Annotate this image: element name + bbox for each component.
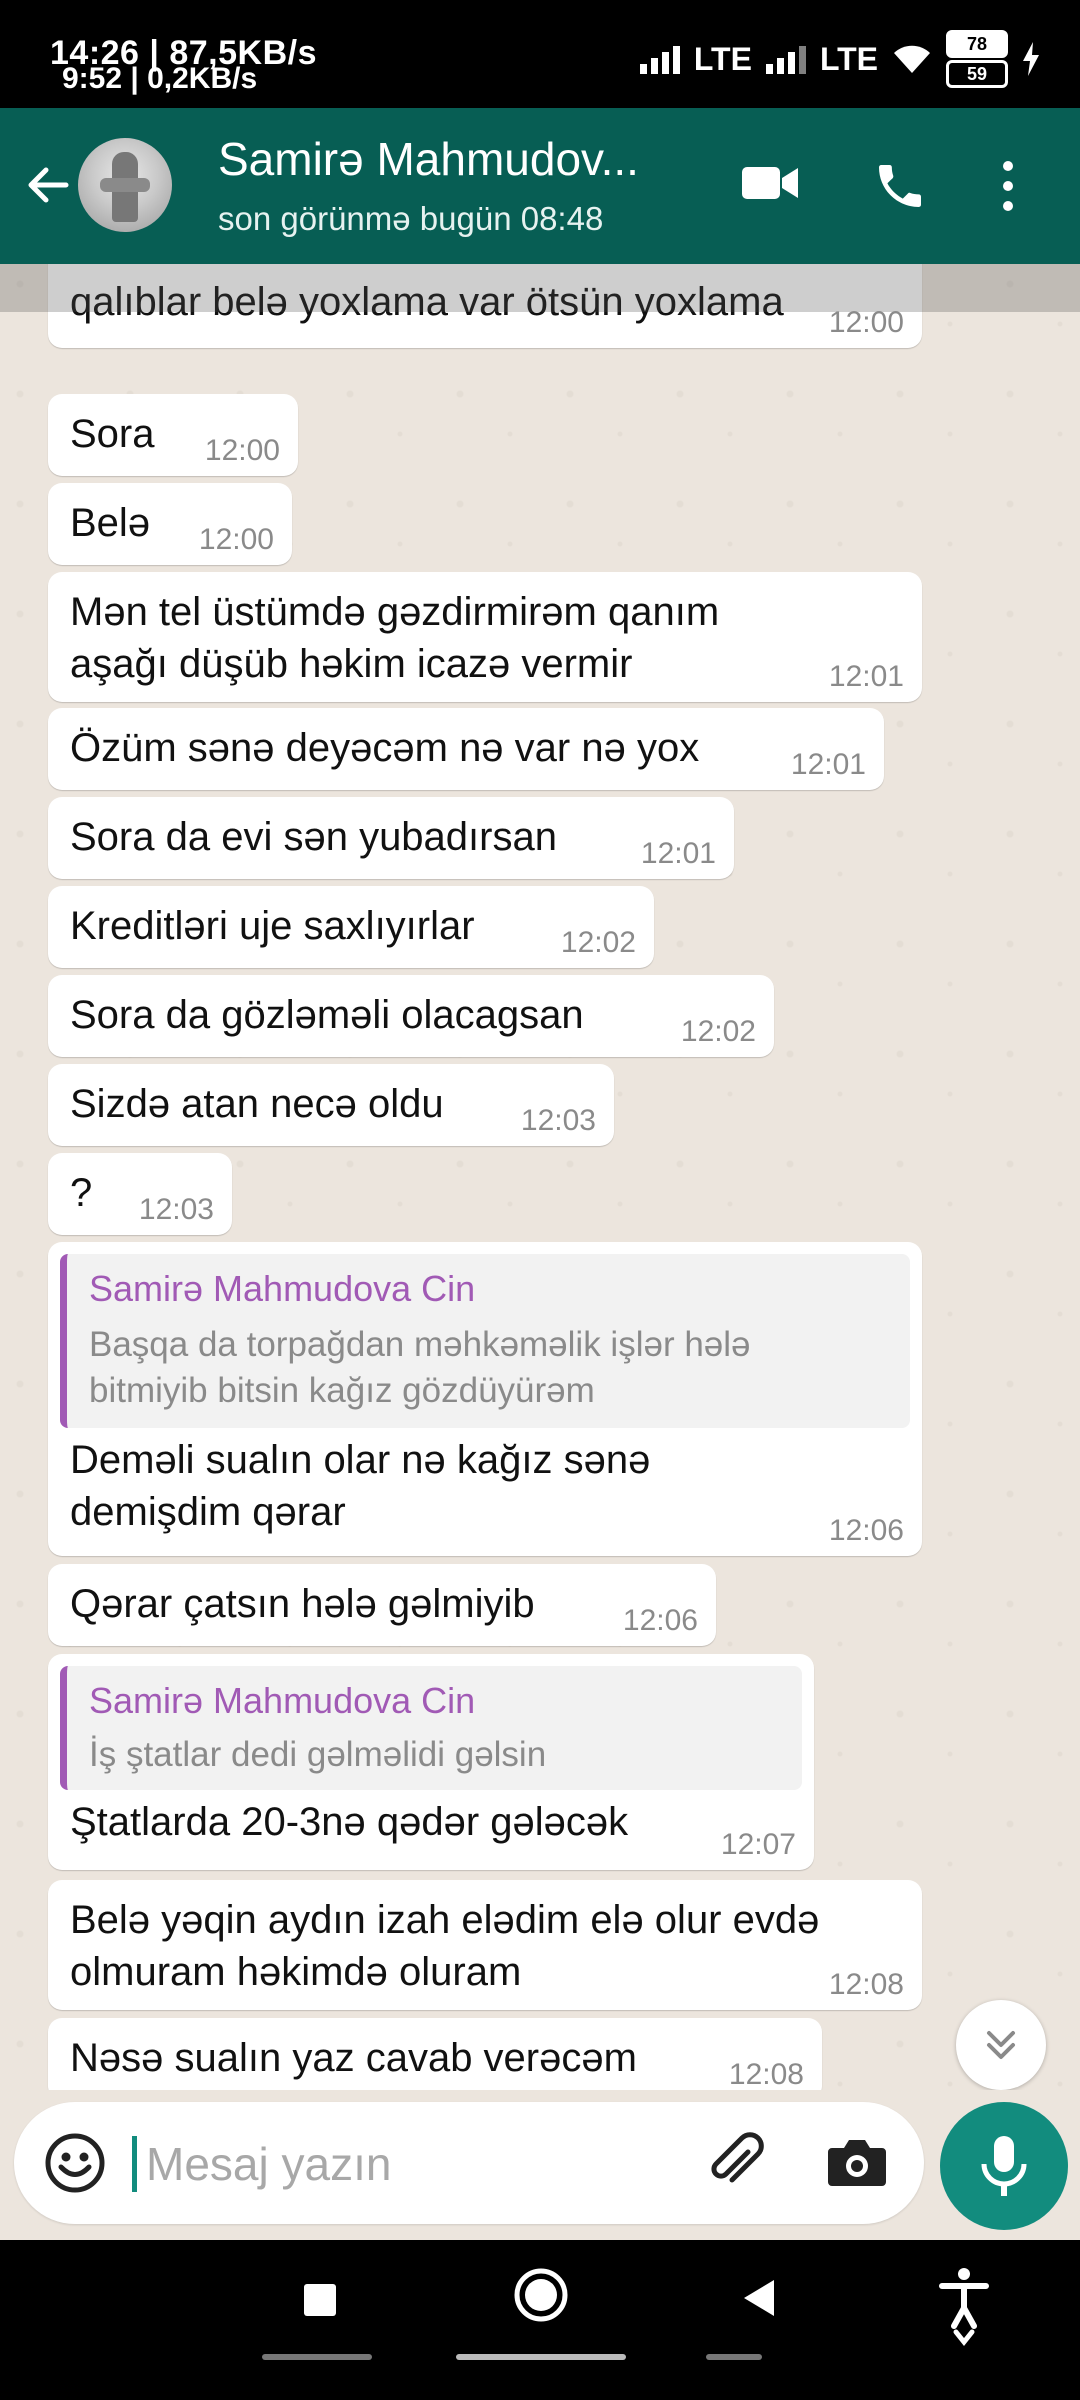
message-bubble[interactable]: Özüm sənə deyəcəm nə var nə yox 12:01 bbox=[48, 708, 884, 790]
last-seen-status: son görünmə bugün 08:48 bbox=[218, 200, 604, 237]
quoted-author: Samirə Mahmudova Cin bbox=[89, 1268, 476, 1309]
chat-header: Samirə Mahmudov... son görünmə bugün 08:… bbox=[0, 108, 1080, 264]
reply-message-bubble[interactable]: Samirə Mahmudova Cin İş ştatlar dedi gəl… bbox=[48, 1654, 814, 1870]
message-bubble[interactable]: Belə yəqin aydın izah elədim elə olur ev… bbox=[48, 1880, 922, 2010]
message-time: 12:07 bbox=[720, 1828, 796, 1861]
message-bubble[interactable]: Sora 12:00 bbox=[48, 394, 298, 476]
message-text: ? bbox=[70, 1171, 93, 1215]
quoted-text: İş ştatlar dedi gəlməlidi gəlsin bbox=[89, 1735, 547, 1774]
message-bubble[interactable]: Sora da evi sən yubadırsan 12:01 bbox=[48, 797, 734, 879]
accessibility-icon[interactable] bbox=[934, 2266, 994, 2346]
message-time: 12:02 bbox=[680, 1015, 756, 1048]
nav-back-icon[interactable] bbox=[730, 2268, 790, 2328]
camera-icon[interactable] bbox=[826, 2134, 888, 2190]
scroll-to-bottom-button[interactable] bbox=[956, 2000, 1046, 2090]
nav-home-icon[interactable] bbox=[510, 2264, 572, 2326]
message-bubble[interactable]: Sora da gözləməli olacagsan 12:02 bbox=[48, 975, 774, 1057]
reply-message-bubble[interactable]: Samirə Mahmudova Cin Başqa da torpağdan … bbox=[48, 1242, 922, 1556]
message-input-bar bbox=[0, 2090, 1080, 2240]
message-text: Mən tel üstümdə gəzdirmirəm qanım aşağı … bbox=[70, 590, 720, 686]
message-time: 12:06 bbox=[622, 1604, 698, 1637]
message-bubble[interactable]: Kreditləri uje saxlıyırlar 12:02 bbox=[48, 886, 654, 968]
quoted-author: Samirə Mahmudova Cin bbox=[89, 1680, 476, 1721]
message-bubble[interactable]: Sizdə atan necə oldu 12:03 bbox=[48, 1064, 614, 1146]
charging-icon bbox=[1023, 42, 1039, 76]
message-bubble[interactable]: Belə 12:00 bbox=[48, 483, 292, 565]
more-vert-icon[interactable] bbox=[998, 158, 1018, 214]
emoji-icon[interactable] bbox=[44, 2132, 106, 2194]
signal-icon bbox=[639, 44, 680, 74]
message-bubble[interactable]: ? 12:03 bbox=[48, 1153, 232, 1235]
message-bubble[interactable]: Nəsə sualın yaz cavab verəcəm 12:08 bbox=[48, 2018, 822, 2090]
nav-recents-icon[interactable] bbox=[290, 2270, 350, 2330]
quoted-message[interactable]: Samirə Mahmudova Cin İş ştatlar dedi gəl… bbox=[60, 1666, 802, 1790]
message-text: Sizdə atan necə oldu bbox=[70, 1082, 444, 1126]
wifi-icon bbox=[894, 45, 930, 73]
message-text: Ştatlarda 20-3nə qədər gələcək bbox=[70, 1800, 629, 1844]
message-input[interactable] bbox=[144, 2132, 668, 2196]
message-bubble[interactable]: Mən tel üstümdə gəzdirmirəm qanım aşağı … bbox=[48, 572, 922, 702]
network-label-1: LTE bbox=[693, 40, 752, 77]
network-label-2: LTE bbox=[819, 40, 878, 77]
message-time: 12:00 bbox=[204, 434, 280, 467]
message-text: Sora da evi sən yubadırsan bbox=[70, 815, 557, 859]
nav-indicator-left bbox=[262, 2354, 372, 2360]
quoted-text: Başqa da torpağdan məhkəməlik işlər hələ… bbox=[89, 1325, 751, 1410]
message-time: 12:02 bbox=[560, 926, 636, 959]
message-time: 12:01 bbox=[640, 837, 716, 870]
message-text: Belə yəqin aydın izah elədim elə olur ev… bbox=[70, 1898, 820, 1994]
status-indicators: LTE LTE 78 59 bbox=[639, 30, 1040, 88]
message-time: 12:03 bbox=[138, 1193, 214, 1226]
voice-record-button[interactable] bbox=[940, 2102, 1068, 2230]
message-text: Nəsə sualın yaz cavab verəcəm bbox=[70, 2036, 637, 2080]
battery-level-1: 78 bbox=[946, 30, 1008, 58]
message-time: 12:03 bbox=[520, 1104, 596, 1137]
message-bubble[interactable]: Qərar çatsın hələ gəlmiyib 12:06 bbox=[48, 1564, 716, 1646]
message-time: 12:01 bbox=[790, 748, 866, 781]
message-text: Sora da gözləməli olacagsan bbox=[70, 993, 584, 1037]
message-text: Deməli sualın olar nə kağız sənə demişdi… bbox=[70, 1438, 651, 1534]
message-time: 12:08 bbox=[728, 2058, 804, 2090]
message-time: 12:08 bbox=[828, 1968, 904, 2001]
signal-icon-2 bbox=[765, 44, 806, 74]
text-cursor bbox=[132, 2136, 137, 2192]
battery-icon: 78 59 bbox=[946, 30, 1008, 88]
phone-icon[interactable] bbox=[872, 158, 928, 214]
message-time: 12:01 bbox=[828, 660, 904, 693]
attach-icon[interactable] bbox=[704, 2132, 766, 2194]
status-time-secondary: 9:52 | 0,2KB/s bbox=[62, 62, 258, 95]
message-time: 12:06 bbox=[828, 1514, 904, 1547]
nav-indicator-center bbox=[456, 2354, 626, 2360]
chat-area[interactable]: qalıblar belə yoxlama var ötsün yoxlama … bbox=[0, 264, 1080, 2090]
message-text: Özüm sənə deyəcəm nə var nə yox bbox=[70, 726, 700, 770]
scroll-down-icon bbox=[987, 2031, 1015, 2059]
message-text: Belə bbox=[70, 501, 151, 545]
message-time: 12:00 bbox=[198, 523, 274, 556]
status-bar: 14:26 | 87,5KB/s 9:52 | 0,2KB/s LTE LTE … bbox=[0, 0, 1080, 108]
nav-indicator-right bbox=[706, 2354, 762, 2360]
message-text: Sora bbox=[70, 412, 155, 456]
contact-name[interactable]: Samirə Mahmudov... bbox=[218, 132, 639, 186]
battery-level-2: 59 bbox=[946, 60, 1008, 88]
message-input-container[interactable] bbox=[14, 2102, 924, 2224]
message-text: Kreditləri uje saxlıyırlar bbox=[70, 904, 475, 948]
message-text: Qərar çatsın hələ gəlmiyib bbox=[70, 1582, 535, 1626]
quoted-message[interactable]: Samirə Mahmudova Cin Başqa da torpağdan … bbox=[60, 1254, 910, 1428]
system-navigation-bar bbox=[0, 2240, 1080, 2400]
date-overlay bbox=[0, 264, 1080, 312]
mic-icon bbox=[981, 2136, 1027, 2196]
avatar[interactable] bbox=[78, 138, 172, 232]
video-call-icon[interactable] bbox=[740, 158, 800, 208]
avatar-figure-arms bbox=[100, 178, 150, 192]
back-arrow-icon[interactable] bbox=[22, 160, 72, 210]
